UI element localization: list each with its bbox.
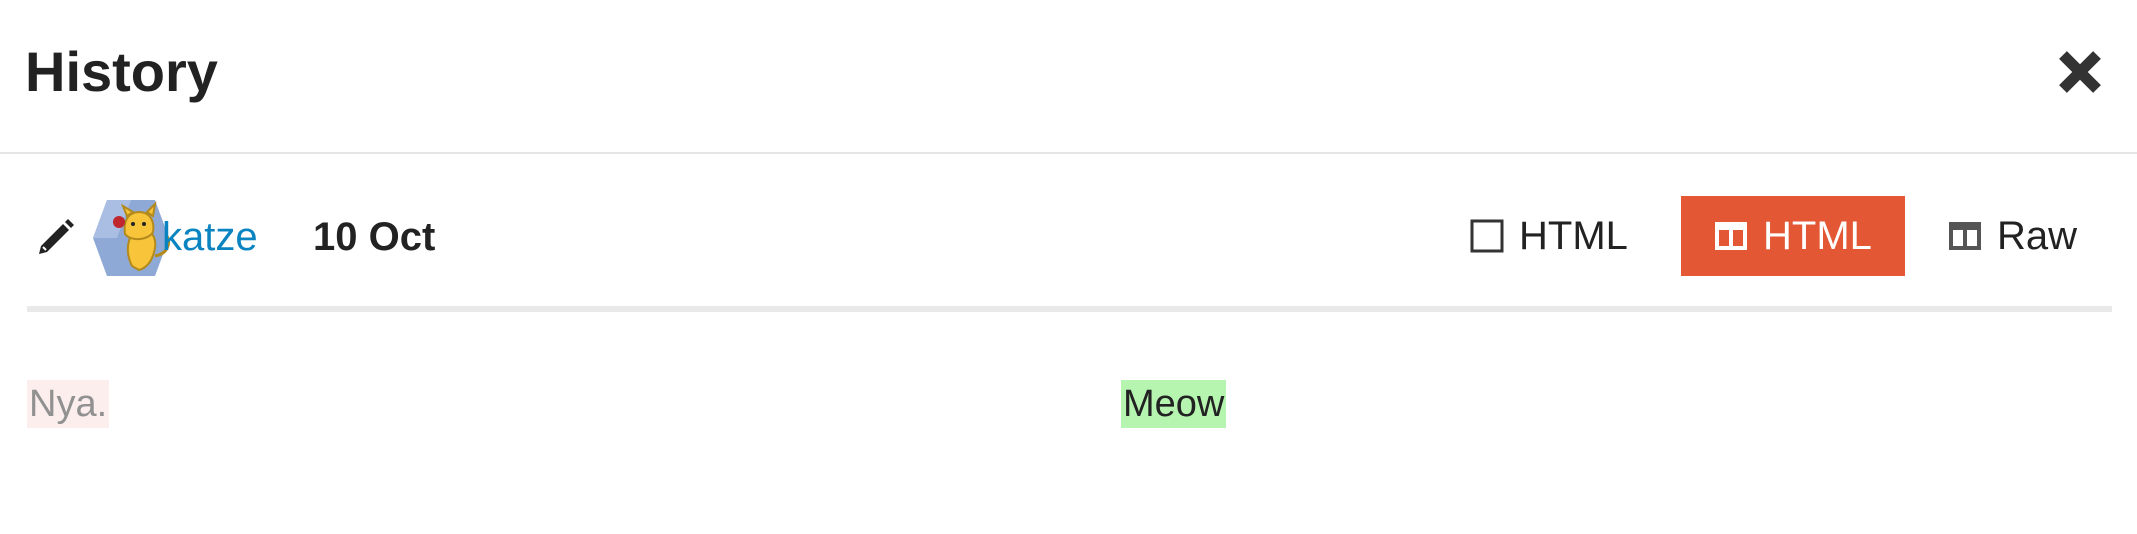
view-mode-toggle: HTML HTML Raw <box>1437 196 2112 276</box>
checkbox-square-icon <box>1470 219 1504 253</box>
columns-icon <box>1949 222 1981 250</box>
close-icon <box>2059 51 2101 93</box>
close-button[interactable] <box>2054 46 2106 98</box>
side-by-side-html-label: HTML <box>1763 214 1872 258</box>
revision-date: 10 Oct <box>313 215 436 259</box>
side-by-side-html-button[interactable]: HTML <box>1681 196 1905 276</box>
inline-html-label: HTML <box>1519 214 1628 258</box>
divider <box>27 306 2112 312</box>
diff-current-text: Meow <box>1121 380 1227 428</box>
revision-bar: katze 10 Oct HTML HTML Raw <box>27 196 2112 286</box>
inline-html-button[interactable]: HTML <box>1469 196 1628 276</box>
history-modal: History katze 10 Oct HTML HTML Raw Nya. … <box>0 0 2137 534</box>
modal-header: History <box>0 0 2137 154</box>
diff-previous-text: Nya. <box>27 380 110 428</box>
columns-icon <box>1715 222 1747 250</box>
modal-title: History <box>25 40 218 103</box>
pencil-icon <box>39 219 74 254</box>
diff-view: Nya. Meow <box>27 380 2112 440</box>
username-link[interactable]: katze <box>162 212 258 262</box>
raw-label: Raw <box>1997 214 2078 258</box>
side-by-side-raw-button[interactable]: Raw <box>1927 196 2077 276</box>
